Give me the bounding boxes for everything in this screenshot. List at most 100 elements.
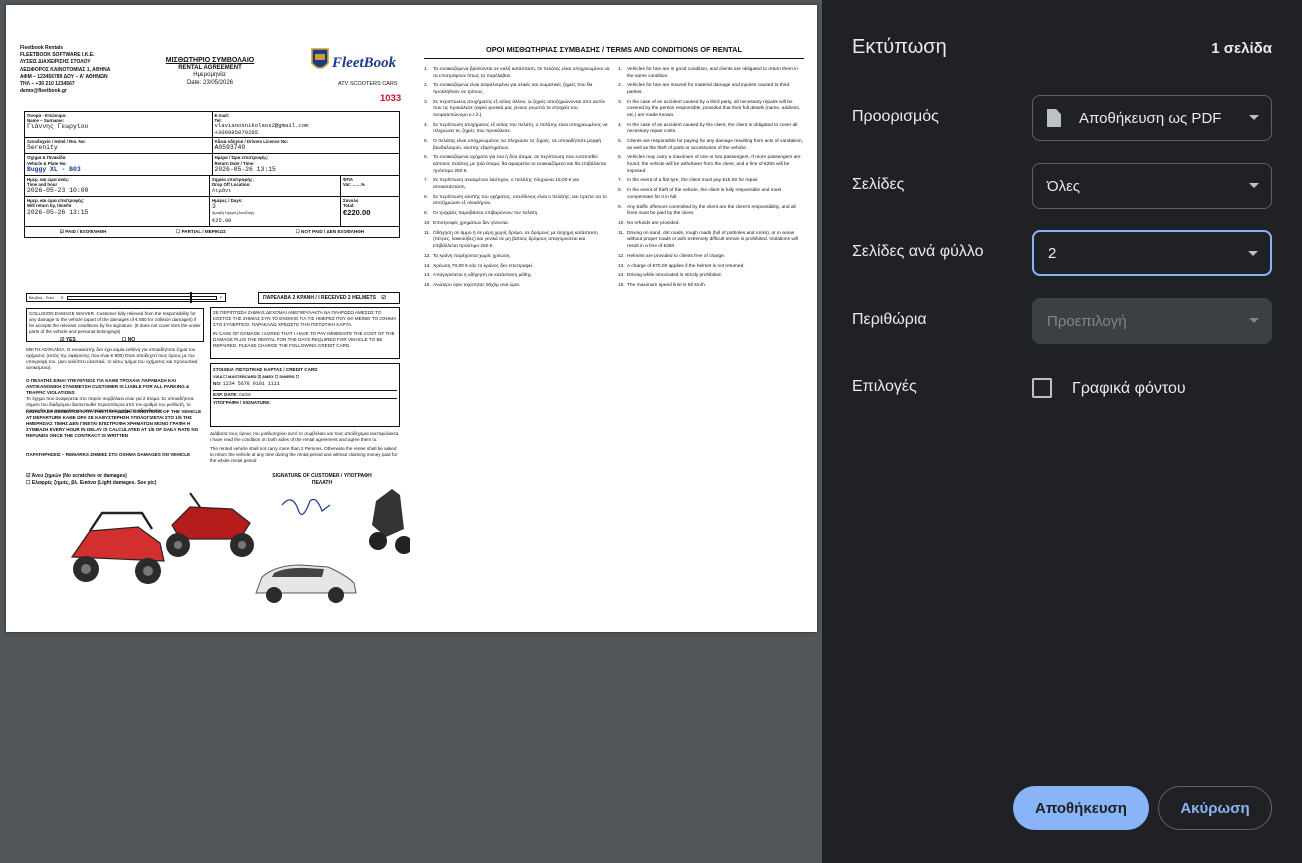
payment-partial: ☐ PARTIAL / ΜΕΡΙΚΩΣ	[176, 228, 226, 234]
terms-item-text: The maximum speed limit is 50 km/h.	[627, 283, 707, 289]
terms-item-number: 2.	[618, 83, 623, 89]
company-line: ΛΕΩΦΟΡΟΣ ΚΑΙΝΟΤΟΜΙΑΣ 1, ΑΘΗΝΑ	[20, 66, 111, 73]
days-value: 3	[212, 203, 216, 211]
options-label: Επιλογές	[852, 378, 917, 395]
daily-value: €25.00	[212, 217, 232, 224]
background-graphics-checkbox[interactable]	[1032, 378, 1052, 398]
fleetbook-logo: FleetBook	[311, 48, 397, 71]
company-line: ΤΗΛ – +30 210 1234567	[20, 81, 75, 88]
save-button[interactable]: Αποθήκευση	[1013, 786, 1149, 830]
terms-item: 3. Σε περιπτώσεις ατυχήματος εξ αιτίας άλ…	[424, 100, 610, 120]
terms-item-text: Σε περιπτώσεις ατυχήματος εξ αιτίας άλλο…	[433, 99, 606, 118]
terms-item-text: Τα ενοικιαζόμενα οχήματα για ένα ή δύο ά…	[433, 155, 607, 174]
terms-item-text: Απαγορεύεται η οδήγηση σε κατάσταση μέθη…	[433, 273, 533, 279]
background-graphics-label[interactable]: Γραφικά φόντου	[1072, 380, 1186, 398]
card-number: 1234 5678 9101 1111	[222, 381, 280, 387]
terms-item: 8. In the event of theft of the vehicle, …	[618, 188, 804, 201]
terms-item-text: Επιστροφές χρημάτων δεν γίνονται.	[433, 220, 509, 226]
pages-per-sheet-select[interactable]: 2	[1032, 230, 1272, 276]
helmets-received: ΠΑΡΕΛΑΒΑ 2 ΚΡΑΝΗ / I RECEIVED 2 HELMETS …	[258, 292, 400, 304]
terms-item-number: 1.	[424, 67, 429, 72]
company-line: ΛΥΣΕΙΣ ΔΙΑΧΕΙΡΙΣΗΣ ΣΤΟΛΟΥ	[20, 59, 91, 66]
company-line: ΑΦΜ – 123456789 ΔΟΥ – Α' ΑΘΗΝΩΝ	[20, 73, 108, 80]
terms-item-text: Οι τροχαίες παραβάσεις επιβαρύνουν τον π…	[433, 211, 539, 217]
card-types: VISA ☐ MASTERCARD ☑ AMEX ☐ DINERS ☐	[213, 374, 300, 379]
return-value: 2026-05-26 13:15	[214, 165, 276, 173]
terms-item-number: 2.	[424, 83, 429, 89]
payment-status-row: ☑ PAID / ΕΞΟΦΛΗΘΗ ☐ PARTIAL / ΜΕΡΙΚΩΣ ☐ …	[25, 227, 399, 237]
terms-item: 14. Driving while intoxicated is strictly…	[618, 273, 804, 280]
terms-item: 7. In the event of a flat tyre, the clien…	[618, 178, 804, 185]
terms-item-text: Οδήγηση σε άμμο ή σε μέρη χωρίς δρόμο, σ…	[433, 230, 598, 249]
date-label: Ημερομηνία:	[193, 72, 227, 79]
total-value: €220.00	[343, 207, 371, 217]
terms-item-text: Vehicles may carry a maximum of one or t…	[627, 155, 801, 174]
destination-label: Προορισμός	[852, 108, 939, 125]
terms-item-number: 15.	[424, 283, 431, 289]
terms-item: 15. Ανώτερο όριο ταχύτητας 50χλμ ανά ώρα.	[424, 283, 610, 290]
terms-item-text: In the event of a flat tyre, the client …	[627, 178, 759, 184]
payment-not-paid: ☐ NOT PAID / ΔΕΝ ΕΞΟΦΛΗΘΗ	[295, 228, 365, 234]
terms-item: 12. Τα κράνη παρέχονται χωρίς χρέωση.	[424, 254, 610, 261]
page-count: 1 σελίδα	[1211, 40, 1272, 57]
pages-select[interactable]: Όλες	[1032, 163, 1272, 209]
terms-item-text: In the event of theft of the vehicle, th…	[627, 188, 782, 200]
terms-item-number: 12.	[618, 253, 625, 259]
terms-item: 1. Τα ενοικιαζόμενα βρίσκονται σε καλή κα…	[424, 67, 610, 80]
card-number-row: NO: 1234 5678 9101 1111	[213, 380, 397, 388]
cdw-text: COLLISION DAMAGE WAIVER. Customer fully …	[29, 311, 201, 334]
fuel-empty-label: E	[61, 295, 64, 300]
card-exp-row: EXP. DATE: 04/29	[213, 390, 397, 398]
card-number-label: NO:	[213, 381, 222, 386]
terms-item-text: A charge of €70.00 applies if the helmet…	[627, 263, 745, 269]
contract-title-gr: ΜΙΣΘΩΤΗΡΙΟ ΣΥΜΒΟΛΑΙΟ	[165, 57, 255, 64]
terms-item: 10. No refunds are provided.	[618, 221, 804, 228]
contract-details-grid: Όνομα - Επώνυμο: Name – Surname: Γιάννης Γ…	[24, 111, 400, 238]
terms-english-list: 1. Vehicles for hire are in good conditio…	[618, 67, 804, 293]
car-image	[255, 564, 357, 603]
terms-item: 8. Σε περίπτωση κλοπής του οχήματος, υπεύ…	[424, 195, 610, 208]
terms-item: 3. In the case of an accident caused by a…	[618, 100, 804, 120]
margins-label: Περιθώρια	[852, 311, 927, 328]
vehicle-value: Buggy XL - B03	[27, 165, 81, 173]
terms-item-number: 15.	[618, 283, 625, 289]
terms-item-number: 10.	[618, 220, 625, 226]
pdf-file-icon	[1047, 109, 1061, 127]
customer-phone: +306985070285	[214, 128, 259, 136]
accident-box: ΣΕ ΠΕΡΙΠΤΩΣΗ ΖΗΜΙΑΣ ΔΕΧΟΜΑΙ ΑΝΕΠΙΦΥΛΑΚΤΑ…	[210, 307, 400, 359]
sign-notes: Διάβασα τους όρους του μισθωτηρίου αυτό …	[210, 431, 400, 464]
willreturn-value: 2026-05-26 13:15	[27, 208, 89, 216]
remarks-text: ΠΑΡΑΤΗΡΗΣΕΙΣ – REMARKS ΖΗΜΙΕΣ ΣΤΟ ΟΧΗΜΑ …	[26, 452, 191, 457]
terms-item-number: 6.	[618, 155, 623, 161]
rental-contract-page: Fleetbook Rentals FLEETBOOK SOFTWARE I.K…	[20, 45, 410, 605]
terms-item: 4. Σε περίπτωση ατυχήματος εξ αιτίας του …	[424, 123, 610, 136]
terms-item-text: Driving on sand, dirt roads, rough roads…	[627, 230, 798, 249]
terms-page: ΟΡΟΙ ΜΙΣΘΩΤΗΡΙΑΣ ΣΥΜΒΑΣΗΣ / TERMS AND CO…	[424, 45, 804, 605]
margins-value: Προεπιλογή	[1047, 312, 1127, 330]
terms-item-text: Ο πελάτης είναι υποχρεωμένος να πληρώσει…	[433, 139, 602, 151]
destination-select[interactable]: Αποθήκευση ως PDF	[1032, 95, 1272, 141]
terms-item-text: Τα ενοικιαζόμενα βρίσκονται σε καλή κατά…	[433, 67, 610, 79]
accident-text-gr: ΣΕ ΠΕΡΙΠΤΩΣΗ ΖΗΜΙΑΣ ΔΕΧΟΜΑΙ ΑΝΕΠΙΦΥΛΑΚΤΑ…	[213, 310, 396, 327]
dropoff-value: Λιμάνι	[212, 188, 232, 195]
cdw-choice: ☑ YES ☐ NO	[60, 337, 135, 343]
terms-item-number: 6.	[424, 155, 429, 161]
fuel-gauge: Βενζίνη - Fuel E F	[26, 292, 226, 303]
terms-item-text: Any traffic offences committed by the cl…	[627, 204, 796, 217]
terms-item-number: 13.	[618, 263, 625, 269]
cancel-button[interactable]: Ακύρωση	[1158, 786, 1272, 830]
fuel-full-label: F	[220, 295, 223, 300]
terms-item: 9. Οι τροχαίες παραβάσεις επιβαρύνουν τον…	[424, 211, 610, 218]
terms-item-text: In the case of an accident caused by the…	[627, 122, 798, 135]
chevron-down-icon	[1249, 318, 1259, 323]
terms-item: 7. Σε περίπτωση σκασμένου λάστιχου, ο πελ…	[424, 178, 610, 191]
terms-item: 1. Vehicles for hire are in good conditio…	[618, 67, 804, 80]
terms-item-number: 4.	[618, 122, 623, 128]
card-exp-value: 04/29	[239, 392, 251, 397]
terms-item-text: Τα ενοικιαζόμενα είναι ασφαλισμένα για υ…	[433, 83, 593, 95]
terms-item-number: 7.	[618, 178, 623, 184]
margins-select[interactable]: Προεπιλογή	[1032, 298, 1272, 344]
company-line: FLEETBOOK SOFTWARE I.K.E.	[20, 52, 95, 59]
terms-item-text: Helmets are provided to clients free of …	[627, 253, 726, 259]
terms-item-number: 3.	[618, 99, 623, 105]
